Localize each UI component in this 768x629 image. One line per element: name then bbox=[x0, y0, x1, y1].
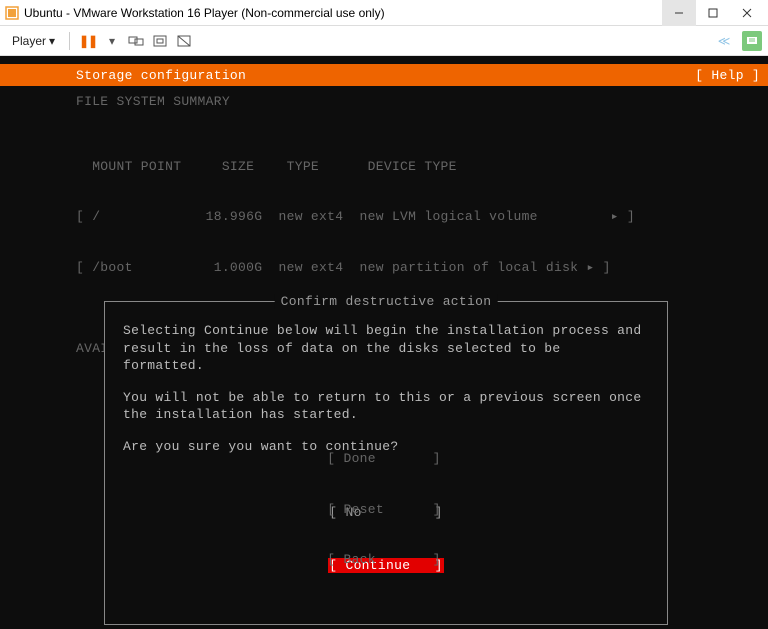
help-button[interactable]: [ Help ] bbox=[695, 68, 760, 83]
dialog-title: Confirm destructive action bbox=[275, 294, 498, 309]
close-button[interactable] bbox=[730, 0, 764, 26]
fs-table-header: MOUNT POINT SIZE TYPE DEVICE TYPE bbox=[76, 159, 692, 176]
window-title: Ubuntu - VMware Workstation 16 Player (N… bbox=[24, 6, 662, 20]
rewind-icon[interactable]: ≪ bbox=[714, 31, 734, 51]
window-titlebar: Ubuntu - VMware Workstation 16 Player (N… bbox=[0, 0, 768, 26]
unity-icon[interactable] bbox=[174, 31, 194, 51]
send-ctrl-alt-del-icon[interactable] bbox=[126, 31, 146, 51]
back-button[interactable]: [ Back ] bbox=[0, 552, 768, 569]
toolbar-separator bbox=[69, 32, 70, 50]
fs-summary-heading: FILE SYSTEM SUMMARY bbox=[76, 94, 692, 111]
done-button[interactable]: [ Done ] bbox=[0, 451, 768, 468]
reset-button[interactable]: [ Reset ] bbox=[0, 502, 768, 519]
power-dropdown-icon[interactable]: ▾ bbox=[102, 31, 122, 51]
fs-row-boot[interactable]: [ /boot 1.000G new ext4 new partition of… bbox=[76, 260, 692, 277]
chevron-down-icon: ▾ bbox=[49, 34, 55, 48]
maximize-button[interactable] bbox=[696, 0, 730, 26]
terminal-screen: Storage configuration [ Help ] FILE SYST… bbox=[0, 56, 768, 629]
dialog-paragraph-1: Selecting Continue below will begin the … bbox=[123, 322, 649, 375]
minimize-button[interactable] bbox=[662, 0, 696, 26]
app-icon bbox=[4, 5, 20, 21]
bottom-options: [ Done ] [ Reset ] [ Back ] bbox=[0, 417, 768, 603]
pause-icon[interactable]: ❚❚ bbox=[78, 31, 98, 51]
fullscreen-icon[interactable] bbox=[150, 31, 170, 51]
vmware-toolbar: Player ▾ ❚❚ ▾ ≪ bbox=[0, 26, 768, 56]
installer-header: Storage configuration [ Help ] bbox=[0, 64, 768, 86]
installer-title: Storage configuration bbox=[76, 68, 246, 83]
fs-row-root[interactable]: [ / 18.996G new ext4 new LVM logical vol… bbox=[76, 209, 692, 226]
player-menu-label: Player bbox=[12, 34, 46, 48]
player-menu-button[interactable]: Player ▾ bbox=[6, 32, 61, 50]
messages-icon[interactable] bbox=[742, 31, 762, 51]
